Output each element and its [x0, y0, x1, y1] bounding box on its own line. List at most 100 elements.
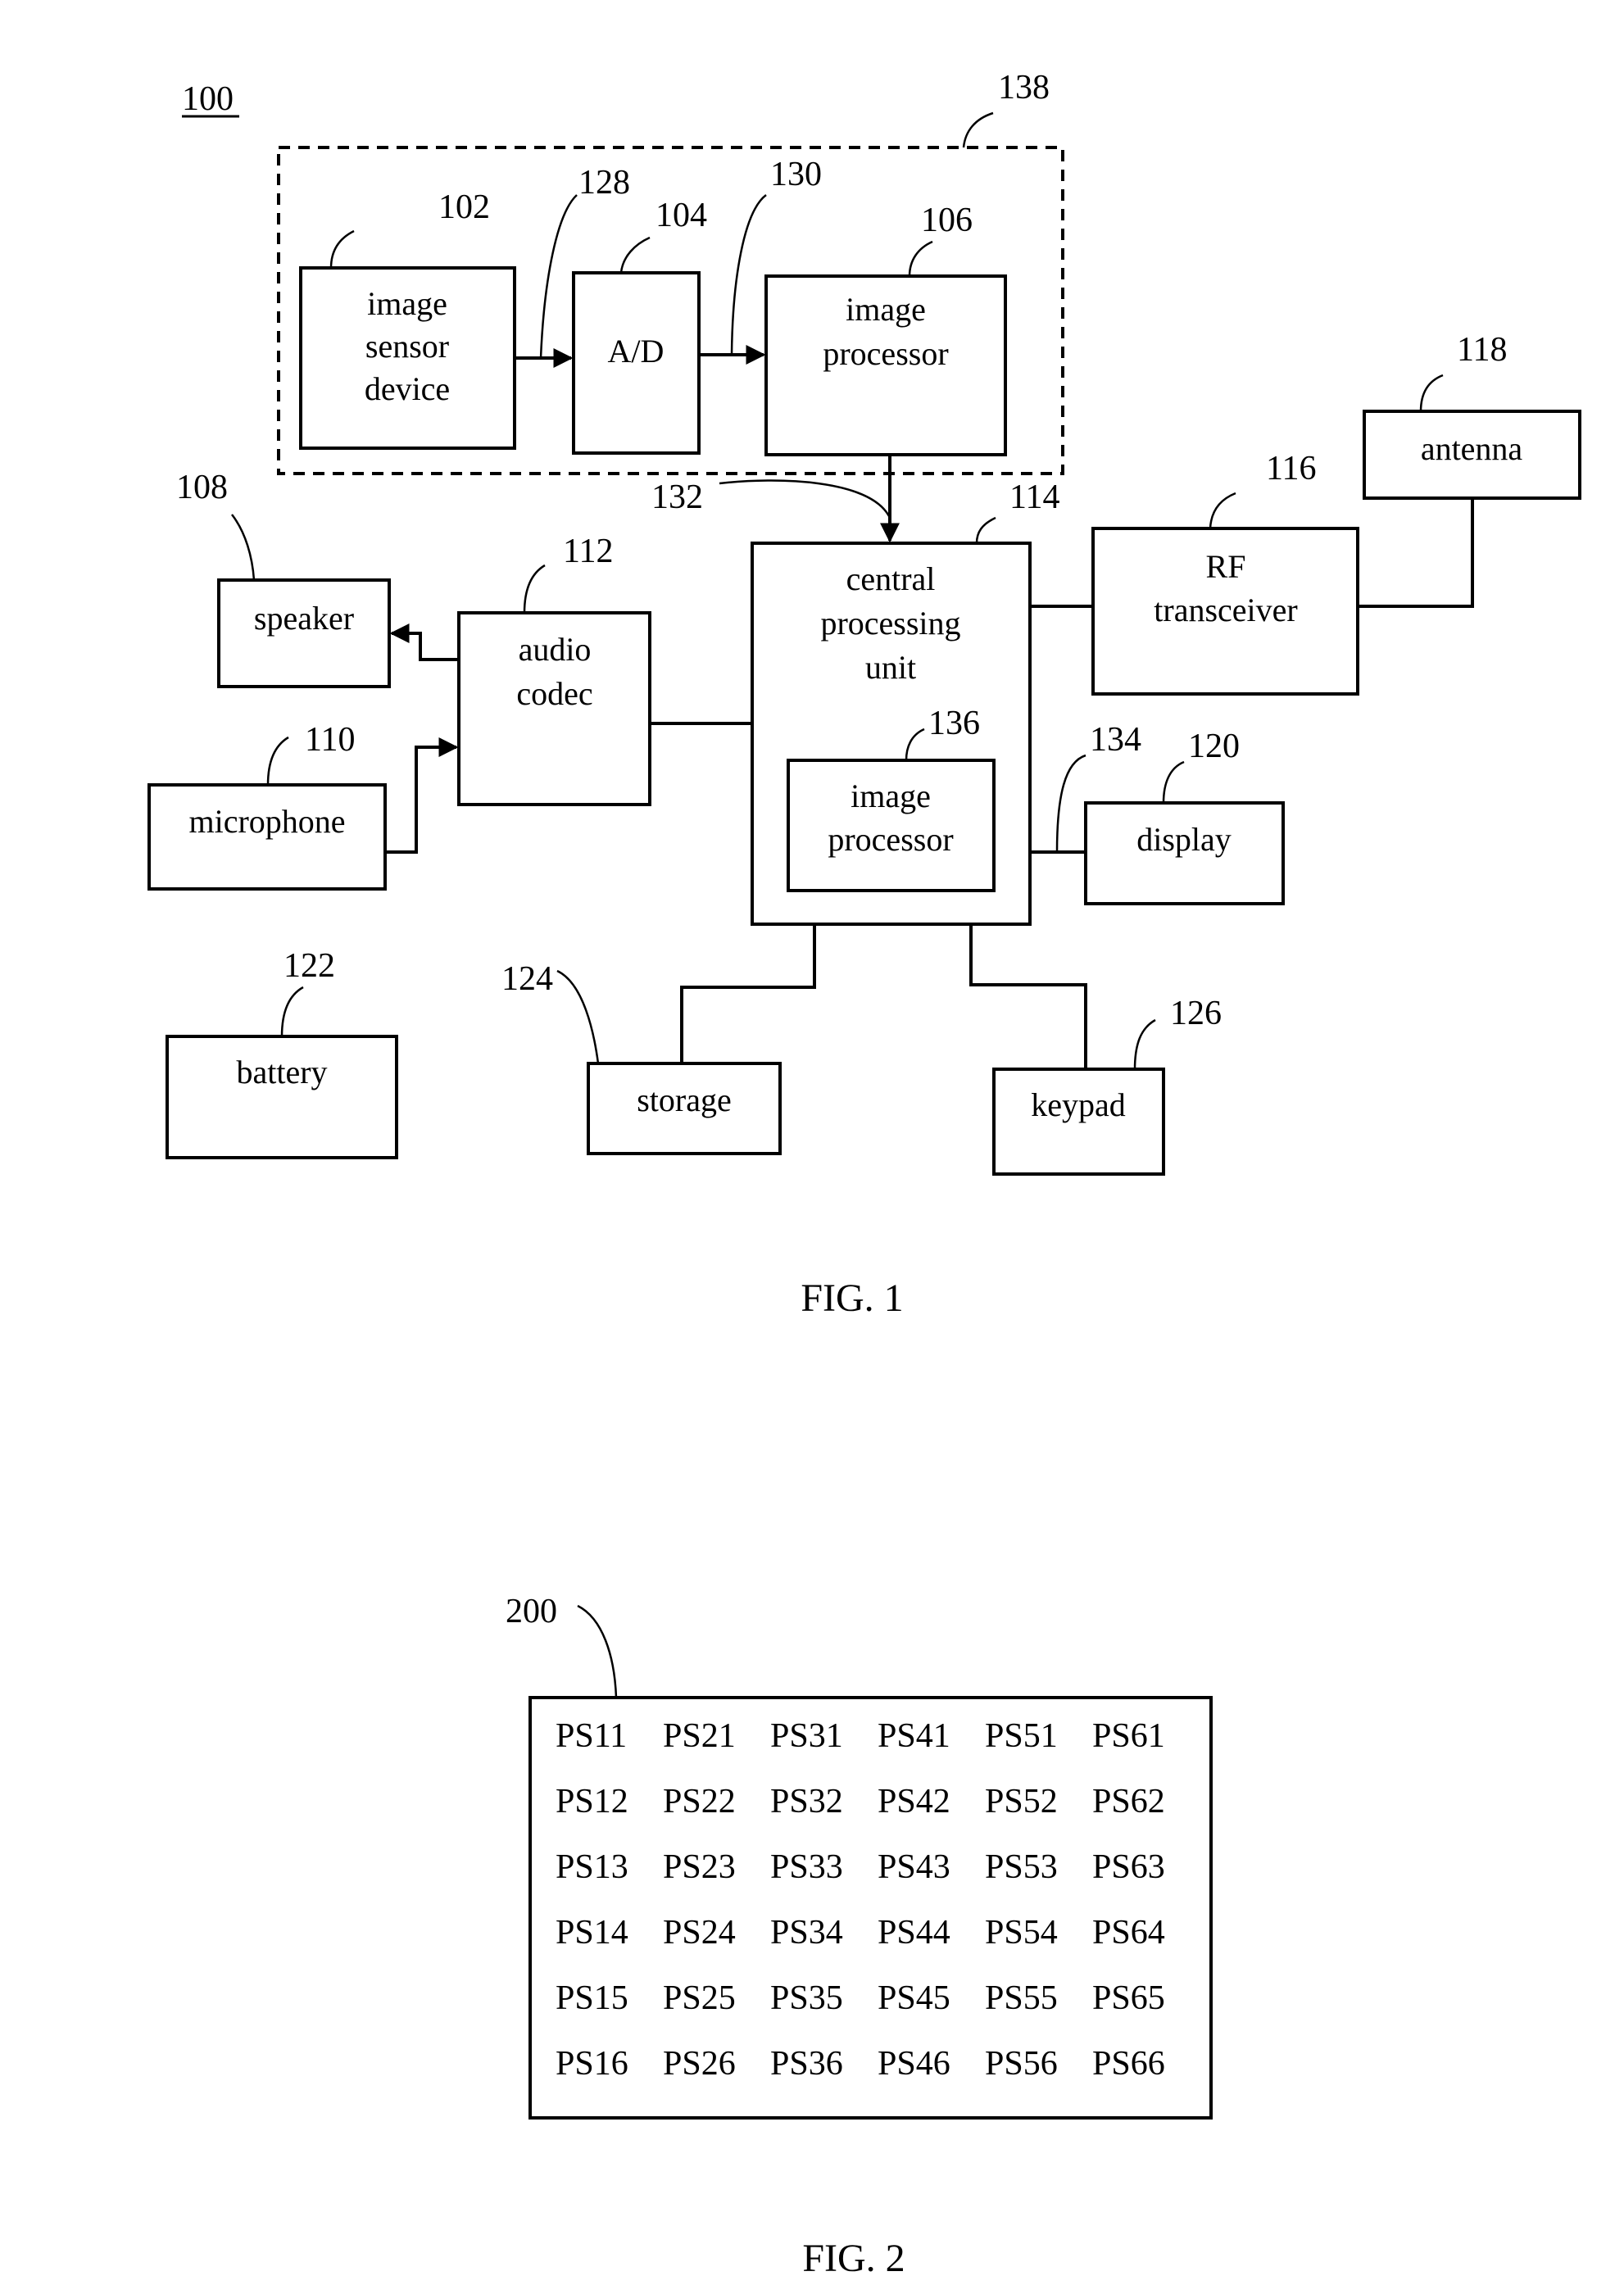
group-ref-leader [962, 111, 994, 148]
cpu-line-3: unit [865, 649, 916, 686]
ad-to-processor-leader [730, 193, 767, 356]
sensor-to-ad-ref: 128 [578, 164, 630, 202]
image-sensor-line-3: device [365, 370, 450, 407]
antenna-leader [1419, 374, 1444, 412]
display-leader [1162, 760, 1185, 804]
processor-to-cpu-ref: 132 [651, 478, 703, 516]
pixel-array-ref: 200 [506, 1593, 557, 1630]
figure-1-caption: FIG. 1 [801, 1276, 903, 1320]
rf-leader [1209, 492, 1236, 529]
patent-drawing: 100 138 image sensor device 102 A/D 104 … [147, 69, 1581, 2276]
speaker-ref: 108 [176, 469, 228, 506]
cpu-image-processor-line-2: processor [828, 821, 953, 858]
battery-label: battery [236, 1054, 327, 1090]
speaker-label: speaker [254, 600, 354, 637]
keypad-leader [1133, 1018, 1156, 1070]
storage-label: storage [637, 1081, 732, 1118]
ad-leader [619, 236, 651, 274]
ad-ref: 104 [655, 197, 707, 234]
pixel-cell: PS21 [663, 1717, 736, 1755]
audio-codec-leader [523, 564, 546, 614]
sensor-to-ad-leader [539, 194, 578, 359]
group-ref-label: 138 [998, 69, 1050, 107]
processor-to-cpu-leader [719, 479, 891, 517]
system-ref-label: 100 [182, 80, 234, 118]
microphone-ref: 110 [305, 721, 355, 759]
pixel-cell: PS66 [1092, 2045, 1165, 2083]
image-sensor-line-1: image [367, 285, 447, 322]
image-processor-ref: 106 [921, 202, 973, 239]
storage-ref: 124 [501, 960, 553, 998]
pixel-cell: PS13 [556, 1848, 628, 1886]
rf-line-1: RF [1206, 548, 1246, 585]
cpu-storage-link [680, 924, 816, 1063]
pixel-cell: PS34 [770, 1914, 843, 1952]
pixel-cell: PS36 [770, 2045, 843, 2083]
audio-codec-line-1: audio [519, 631, 592, 668]
microphone-leader [266, 736, 289, 786]
rf-ref: 116 [1266, 450, 1316, 487]
pixel-cell: PS15 [556, 1979, 628, 2017]
pixel-cell: PS61 [1092, 1717, 1165, 1755]
image-sensor-leader [329, 229, 355, 269]
cpu-display-ref: 134 [1090, 721, 1141, 759]
pixel-cell: PS46 [878, 2045, 950, 2083]
pixel-cell: PS22 [663, 1783, 736, 1820]
cpu-ref: 114 [1009, 478, 1059, 516]
pixel-cell: PS42 [878, 1783, 950, 1820]
pixel-cell: PS43 [878, 1848, 950, 1886]
rf-line-2: transceiver [1154, 592, 1297, 628]
display-ref: 120 [1188, 728, 1240, 765]
cpu-display-leader [1055, 754, 1086, 853]
image-processor-line-2: processor [823, 335, 948, 372]
pixel-cell: PS55 [985, 1979, 1058, 2017]
cpu-leader [975, 516, 996, 544]
pixel-cell: PS64 [1092, 1914, 1165, 1952]
pixel-cell: PS44 [878, 1914, 950, 1952]
pixel-cell: PS65 [1092, 1979, 1165, 2017]
pixel-cell: PS32 [770, 1783, 843, 1820]
pixel-cell: PS26 [663, 2045, 736, 2083]
cpu-line-1: central [846, 560, 936, 597]
pixel-array-leader [577, 1604, 618, 1698]
image-processor-line-1: image [846, 291, 926, 328]
figure-2: 200 PS11 PS21 PS31 PS41 PS51 PS61 PS12 PS22 PS32… [506, 1593, 1213, 2276]
image-sensor-ref: 102 [438, 188, 490, 226]
battery-ref: 122 [284, 947, 335, 985]
image-sensor-line-2: sensor [365, 328, 449, 365]
audio-codec-ref: 112 [563, 533, 613, 570]
cpu-line-2: processing [820, 605, 960, 642]
rf-antenna-link [1358, 498, 1474, 608]
display-label: display [1136, 821, 1232, 858]
storage-leader [556, 969, 600, 1064]
ad-label: A/D [608, 333, 665, 370]
pixel-cell: PS45 [878, 1979, 950, 2017]
speaker-leader [231, 514, 256, 581]
pixel-cell: PS23 [663, 1848, 736, 1886]
cpu-image-processor-ref: 136 [928, 705, 980, 742]
pixel-cell: PS54 [985, 1914, 1058, 1952]
cpu-keypad-link [969, 924, 1087, 1069]
pixel-cell: PS51 [985, 1717, 1058, 1755]
pixel-cell: PS16 [556, 2045, 628, 2083]
pixel-cell: PS25 [663, 1979, 736, 2017]
pixel-cell: PS11 [556, 1717, 627, 1755]
pixel-cell: PS53 [985, 1848, 1058, 1886]
image-processor-leader [908, 240, 933, 277]
pixel-cell: PS31 [770, 1717, 843, 1755]
keypad-label: keypad [1031, 1086, 1126, 1123]
codec-to-speaker-arrow [389, 623, 459, 661]
pixel-cell: PS63 [1092, 1848, 1165, 1886]
audio-codec-line-2: codec [516, 675, 592, 712]
keypad-ref: 126 [1170, 995, 1222, 1032]
pixel-cell: PS35 [770, 1979, 843, 2017]
mic-to-codec-arrow [385, 737, 459, 854]
antenna-ref: 118 [1457, 331, 1507, 369]
antenna-label: antenna [1421, 430, 1523, 467]
pixel-cell: PS41 [878, 1717, 950, 1755]
pixel-cell: PS12 [556, 1783, 628, 1820]
pixel-cell: PS14 [556, 1914, 628, 1952]
pixel-cell: PS24 [663, 1914, 736, 1952]
microphone-label: microphone [188, 803, 345, 840]
battery-leader [280, 986, 304, 1037]
